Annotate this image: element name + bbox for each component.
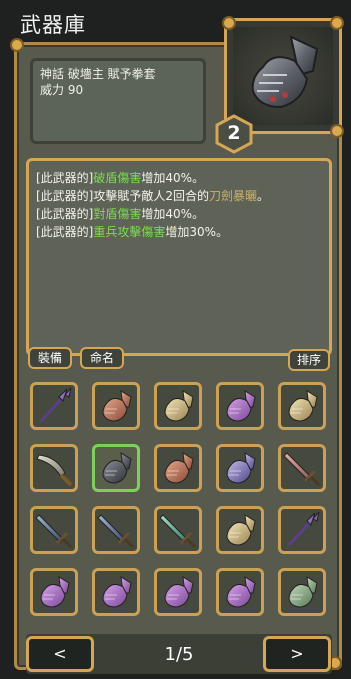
effect-keyword: 重兵攻擊傷害	[93, 225, 166, 239]
effect-text: [此武器的]攻擊賦予敵人2回合的	[36, 189, 209, 203]
effect-text: 。	[257, 189, 270, 203]
effect-text: 增加40%。	[141, 171, 205, 185]
weapon-power: 威力 90	[40, 83, 84, 97]
inventory-slot[interactable]	[278, 444, 326, 492]
effect-line: [此武器的]對盾傷害增加40%。	[36, 205, 322, 223]
inventory-slot[interactable]	[278, 382, 326, 430]
weapon-count: 2	[227, 122, 241, 144]
effect-line: [此武器的]重兵攻擊傷害增加30%。	[36, 223, 322, 241]
portrait-corner-ornament	[222, 16, 236, 30]
inventory-slot[interactable]	[92, 568, 140, 616]
inventory-slot[interactable]	[216, 568, 264, 616]
inventory-slot[interactable]	[154, 382, 202, 430]
sort-button[interactable]: 排序	[288, 349, 330, 371]
inventory-slot[interactable]	[30, 382, 78, 430]
page-indicator: 1/5	[164, 644, 194, 665]
effect-keyword: 破盾傷害	[93, 171, 142, 185]
inventory-slot[interactable]	[278, 568, 326, 616]
effect-line: [此武器的]破盾傷害增加40%。	[36, 169, 322, 187]
weapon-name: 神話 破墻主 賦予拳套	[40, 67, 156, 81]
inventory-slot[interactable]	[278, 506, 326, 554]
effect-text: [此武器的]	[36, 207, 94, 221]
effect-line: [此武器的]攻擊賦予敵人2回合的刀劍暴曬。	[36, 187, 322, 205]
inventory-slot[interactable]	[216, 382, 264, 430]
inventory-slot[interactable]	[216, 506, 264, 554]
inventory-slot[interactable]	[92, 444, 140, 492]
portrait-corner-ornament	[330, 124, 344, 138]
weapon-count-badge: 2	[214, 114, 254, 154]
next-page-button[interactable]: >	[263, 636, 331, 672]
inventory-slot[interactable]	[154, 444, 202, 492]
equip-button[interactable]: 裝備	[28, 347, 72, 369]
inventory-slot[interactable]	[154, 568, 202, 616]
gauntlet-icon	[251, 35, 319, 109]
panel-corner-ornament	[10, 38, 24, 52]
portrait-corner-ornament	[330, 16, 344, 30]
effect-text: [此武器的]	[36, 171, 94, 185]
effect-keyword: 對盾傷害	[93, 207, 142, 221]
prev-page-button[interactable]: <	[26, 636, 94, 672]
inventory-slot[interactable]	[154, 506, 202, 554]
window-title: 武器庫	[20, 13, 86, 37]
effect-text: 增加40%。	[141, 207, 205, 221]
effect-keyword: 刀劍暴曬	[209, 189, 258, 203]
inventory-slot[interactable]	[92, 506, 140, 554]
weapon-info-box: 神話 破墻主 賦予拳套 威力 90	[30, 58, 206, 144]
effect-text: [此武器的]	[36, 225, 94, 239]
portrait-frame	[233, 27, 333, 125]
inventory-slot[interactable]	[216, 444, 264, 492]
inventory-slot[interactable]	[30, 444, 78, 492]
inventory-slot[interactable]	[30, 506, 78, 554]
inventory-slot[interactable]	[30, 568, 78, 616]
effect-text: 增加30%。	[165, 225, 229, 239]
rename-button[interactable]: 命名	[80, 347, 124, 369]
weapon-effects-box: [此武器的]破盾傷害增加40%。 [此武器的]攻擊賦予敵人2回合的刀劍暴曬。 […	[26, 158, 332, 356]
inventory-slot[interactable]	[92, 382, 140, 430]
